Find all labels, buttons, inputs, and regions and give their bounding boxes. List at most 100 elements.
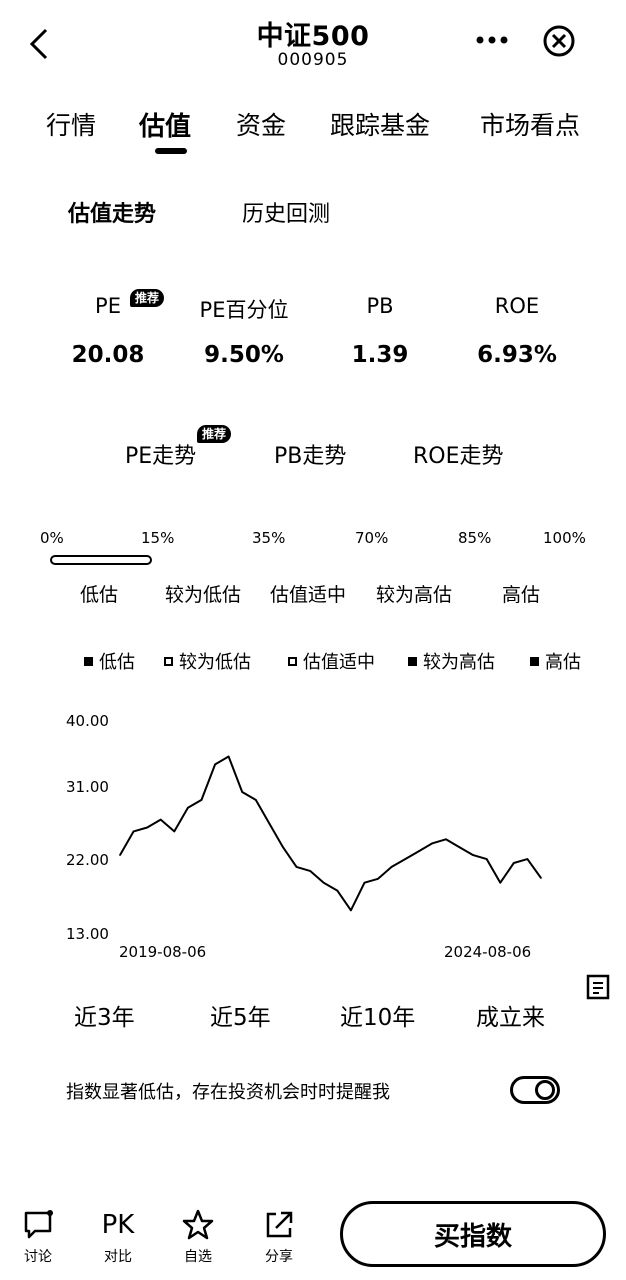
pe-data-point xyxy=(336,889,339,892)
subtab-backtest[interactable]: 历史回测 xyxy=(242,196,330,228)
pe-data-point xyxy=(214,763,216,766)
pe-data-point xyxy=(485,858,488,860)
compare-label: 对比 xyxy=(104,1249,132,1265)
pe-data-point xyxy=(377,878,379,880)
legend-item[interactable]: 较为高估 xyxy=(408,648,495,674)
legend-item[interactable]: 高估 xyxy=(530,648,581,674)
pe-data-point xyxy=(241,791,243,793)
close-circle-icon xyxy=(543,25,575,57)
tab-valuation[interactable]: 估值 xyxy=(139,106,191,143)
pe-data-point xyxy=(431,842,434,845)
roe-trend-button[interactable]: ROE走势 xyxy=(413,438,504,470)
star-icon xyxy=(168,1208,228,1242)
legend-label: 低估 xyxy=(99,652,135,673)
tab-tracking-funds[interactable]: 跟踪基金 xyxy=(330,106,430,142)
pe-data-point xyxy=(350,909,352,912)
subtab-valuation-trend[interactable]: 估值走势 xyxy=(68,196,156,228)
legend-item[interactable]: 较为低估 xyxy=(164,648,251,674)
compare-button[interactable]: PK 对比 xyxy=(88,1208,148,1266)
close-button[interactable] xyxy=(540,22,578,60)
pe-trend-button[interactable]: PE走势 xyxy=(125,438,196,470)
pe-data-point xyxy=(295,866,298,868)
legend-item[interactable]: 估值适中 xyxy=(288,648,375,674)
pe-data-point xyxy=(173,830,176,833)
pe-trend-chart[interactable] xyxy=(0,700,626,940)
pe-data-point xyxy=(499,881,502,884)
level-label: 估值适中 xyxy=(270,584,347,606)
pe-data-point xyxy=(458,846,461,848)
comment-icon xyxy=(8,1208,68,1242)
level-label: 较为低估 xyxy=(165,584,242,606)
scale-tick: 0% xyxy=(40,529,64,547)
scale-tick: 85% xyxy=(458,529,492,547)
recommend-badge: 推荐 xyxy=(197,425,232,443)
tab-market-highlights[interactable]: 市场看点 xyxy=(480,106,580,142)
pe-data-point xyxy=(268,822,271,825)
scale-tick: 35% xyxy=(252,529,286,547)
percentile-bar xyxy=(50,555,152,565)
pe-data-point xyxy=(227,755,230,758)
index-code: 000905 xyxy=(277,50,349,70)
pe-data-point xyxy=(418,850,420,852)
legend-marker xyxy=(288,656,297,666)
pe-data-point xyxy=(445,838,447,841)
level-label: 低估 xyxy=(80,584,119,606)
legend-marker xyxy=(164,656,173,666)
pe-data-point xyxy=(404,858,407,860)
level-label: 高估 xyxy=(502,584,541,606)
pe-data-point xyxy=(322,881,325,884)
discuss-label: 讨论 xyxy=(24,1249,52,1265)
pe-data-point xyxy=(132,830,135,833)
legend-marker xyxy=(84,656,93,666)
active-tab-indicator xyxy=(155,148,187,154)
metric-pe-percentile-label[interactable]: PE百分位 xyxy=(184,294,304,324)
pe-data-point xyxy=(255,799,257,801)
legend-label: 高估 xyxy=(545,652,581,673)
pe-data-point xyxy=(472,854,474,856)
buy-index-button[interactable]: 买指数 xyxy=(340,1201,606,1267)
page-title: 中证500 xyxy=(256,21,370,52)
pe-data-point xyxy=(146,826,148,829)
recommend-badge: 推荐 xyxy=(130,289,165,307)
tab-market[interactable]: 行情 xyxy=(46,106,96,142)
pb-trend-button[interactable]: PB走势 xyxy=(274,438,346,470)
share-icon xyxy=(249,1208,309,1242)
period-since-inception-button[interactable]: 成立来 xyxy=(476,998,545,1032)
share-label: 分享 xyxy=(265,1249,293,1265)
feedback-icon[interactable] xyxy=(584,972,614,1002)
reminder-toggle[interactable] xyxy=(510,1076,560,1104)
tab-funds[interactable]: 资金 xyxy=(236,106,286,142)
pe-data-point xyxy=(540,877,542,879)
toggle-knob xyxy=(535,1080,555,1100)
x-tick-label: 2019-08-06 xyxy=(119,943,207,961)
x-tick-label: 2024-08-06 xyxy=(444,943,532,961)
period-10y-button[interactable]: 近10年 xyxy=(340,998,415,1032)
metric-pb-value: 1.39 xyxy=(351,342,409,368)
legend-label: 估值适中 xyxy=(303,652,375,673)
pe-data-point xyxy=(282,846,284,848)
pe-series-line xyxy=(119,755,542,912)
more-dots-icon xyxy=(476,36,508,44)
share-button[interactable]: 分享 xyxy=(249,1208,309,1266)
pe-data-point xyxy=(390,866,393,868)
metric-pe-percentile-value: 9.50% xyxy=(204,342,284,368)
legend-marker xyxy=(408,656,417,666)
metric-roe-label[interactable]: ROE xyxy=(457,294,577,318)
metric-pe-value: 20.08 xyxy=(71,342,145,368)
pe-data-point xyxy=(513,862,515,864)
metric-roe-value: 6.93% xyxy=(477,342,557,368)
scale-tick: 100% xyxy=(543,529,586,547)
more-button[interactable] xyxy=(474,22,514,56)
legend-label: 较为高估 xyxy=(423,652,495,673)
pe-data-point xyxy=(309,870,311,872)
pe-data-point xyxy=(119,854,121,856)
period-3y-button[interactable]: 近3年 xyxy=(74,998,135,1032)
pk-icon: PK xyxy=(101,1210,135,1240)
watchlist-button[interactable]: 自选 xyxy=(168,1208,228,1266)
legend-item[interactable]: 低估 xyxy=(84,648,135,674)
metric-pb-label[interactable]: PB xyxy=(320,294,440,318)
pe-data-point xyxy=(363,881,366,884)
pe-data-point xyxy=(159,818,162,821)
period-5y-button[interactable]: 近5年 xyxy=(210,998,271,1032)
discuss-button[interactable]: 讨论 xyxy=(8,1208,68,1266)
